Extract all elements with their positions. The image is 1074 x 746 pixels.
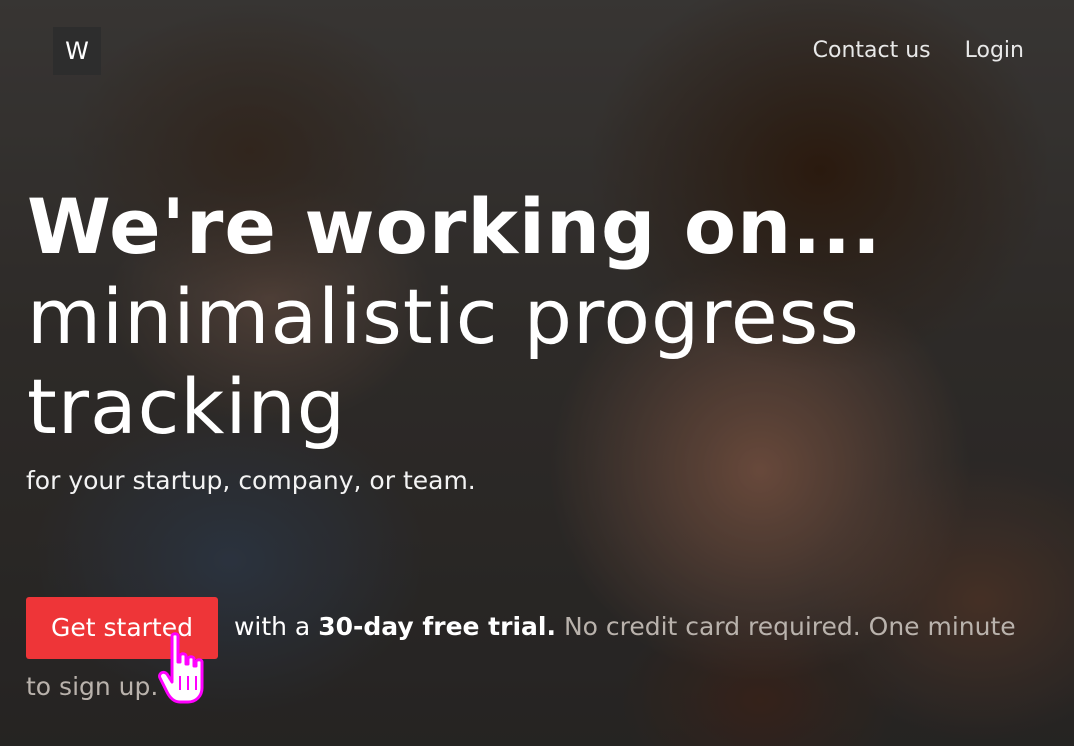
- hero-headline: We're working on... minimalistic progres…: [27, 182, 1047, 452]
- headline-line-2: minimalistic progress: [27, 272, 860, 361]
- nav-login-link[interactable]: Login: [965, 38, 1024, 63]
- site-logo[interactable]: W: [53, 27, 101, 75]
- headline-bold-line: We're working on...: [27, 182, 882, 271]
- headline-line-3: tracking: [27, 362, 346, 451]
- cta-with-text: with a: [233, 612, 311, 641]
- logo-text: W: [65, 37, 89, 65]
- top-nav: Contact us Login: [813, 38, 1024, 63]
- hand-pointer-icon: [158, 632, 204, 704]
- nav-contact-us-link[interactable]: Contact us: [813, 38, 931, 63]
- hero-subheading: for your startup, company, or team.: [26, 466, 476, 495]
- cta-trial-text: 30-day free trial.: [318, 612, 556, 641]
